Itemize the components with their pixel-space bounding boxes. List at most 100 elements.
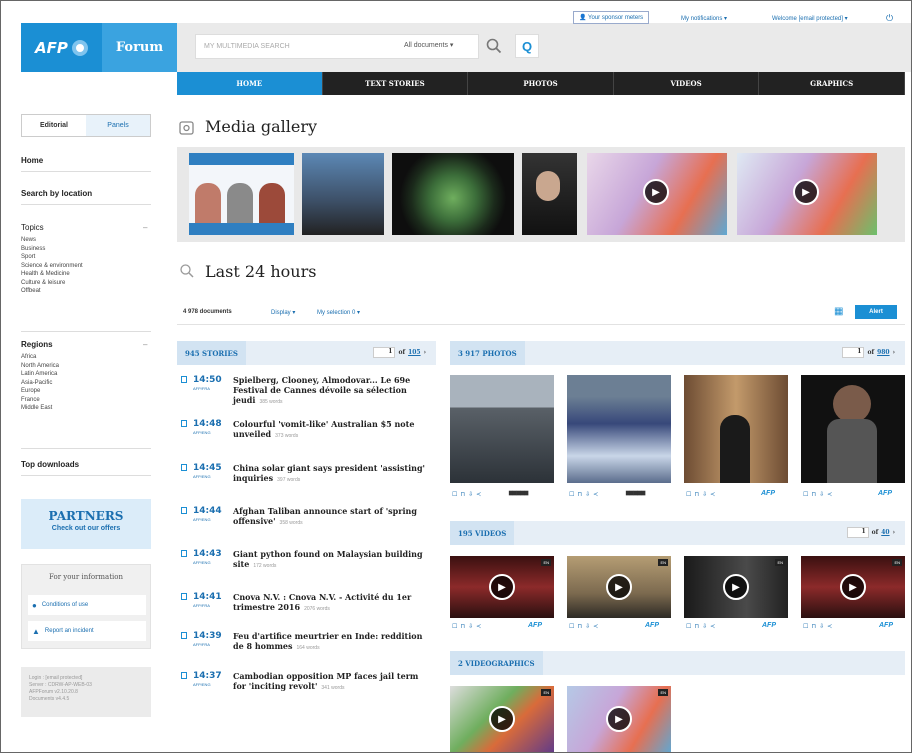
sidebar-item-topic[interactable]: Health & Medicine — [21, 270, 83, 279]
grid-view-icon[interactable]: ▦ — [834, 306, 843, 317]
download-icon[interactable]: ⇩ — [819, 491, 824, 498]
sidebar-item-top-downloads[interactable]: Top downloads — [21, 460, 151, 469]
story-headline[interactable]: China solar giant says president 'assist… — [233, 463, 429, 485]
sidebar-item-topic[interactable]: News — [21, 236, 83, 245]
alert-button[interactable]: Alert — [855, 305, 897, 319]
download-icon[interactable]: ⇩ — [702, 623, 707, 630]
select-icon[interactable]: ☐ — [452, 491, 457, 498]
next-page-icon[interactable]: › — [424, 349, 426, 356]
photo-card[interactable] — [801, 375, 905, 483]
cart-icon[interactable]: ⊓ — [577, 623, 582, 630]
gallery-thumb[interactable] — [522, 153, 577, 235]
photo-card[interactable] — [567, 375, 671, 483]
share-icon[interactable]: ≺ — [476, 623, 481, 630]
photos-count[interactable]: 3 917 PHOTOS — [450, 341, 525, 365]
video-thumb[interactable]: EN ▶ — [801, 556, 905, 618]
sidebar-item-region[interactable]: Middle East — [21, 404, 59, 413]
cart-icon[interactable]: ⊓ — [694, 623, 699, 630]
play-icon[interactable]: ▶ — [793, 179, 819, 205]
sidebar-item-topic[interactable]: Sport — [21, 253, 83, 262]
sidebar-item-topic[interactable]: Culture & leisure — [21, 279, 83, 288]
my-selection-menu[interactable]: My selection 0 ▾ — [317, 309, 360, 316]
tab-videos[interactable]: VIDEOS — [614, 72, 760, 95]
share-icon[interactable]: ≺ — [476, 491, 481, 498]
story-headline[interactable]: Afghan Taliban announce start of 'spring… — [233, 506, 429, 528]
select-icon[interactable]: ☐ — [452, 623, 457, 630]
story-headline[interactable]: Giant python found on Malaysian building… — [233, 549, 429, 571]
sidebar-item-region[interactable]: France — [21, 396, 59, 405]
conditions-of-use-link[interactable]: ● Conditions of use — [28, 595, 146, 615]
share-icon[interactable]: ≺ — [827, 623, 832, 630]
tab-graphics[interactable]: GRAPHICS — [759, 72, 905, 95]
cart-icon[interactable]: ⊓ — [811, 623, 816, 630]
gallery-thumb[interactable] — [392, 153, 514, 235]
display-menu[interactable]: Display ▾ — [271, 309, 295, 316]
play-icon[interactable]: ▶ — [840, 574, 866, 600]
photo-thumb[interactable] — [684, 375, 788, 483]
sponsor-meters-button[interactable]: 👤 Your sponsor meters — [573, 11, 650, 24]
gallery-video-thumb[interactable]: ▶ — [737, 153, 877, 235]
select-icon[interactable]: ☐ — [803, 623, 808, 630]
regions-collapse-icon[interactable]: – — [143, 340, 147, 349]
cart-icon[interactable]: ⊓ — [694, 491, 699, 498]
select-icon[interactable]: ☐ — [686, 491, 691, 498]
videographic-thumb[interactable]: EN ▶ — [450, 686, 554, 752]
videographics-count[interactable]: 2 VIDEOGRAPHICS — [450, 651, 543, 675]
sidebar-item-topic[interactable]: Science & environment — [21, 262, 83, 271]
download-icon[interactable]: ⇩ — [585, 623, 590, 630]
segment-editorial[interactable]: Editorial — [22, 115, 86, 136]
sidebar-item-search-by-location[interactable]: Search by location — [21, 189, 151, 198]
share-icon[interactable]: ≺ — [593, 491, 598, 498]
story-headline[interactable]: Spielberg, Clooney, Almodovar... Le 69e … — [233, 375, 429, 407]
share-icon[interactable]: ≺ — [593, 623, 598, 630]
notifications-menu[interactable]: My notifications ▾ — [681, 15, 727, 22]
partners-banner[interactable]: PARTNERS Check out our offers — [21, 499, 151, 549]
tab-photos[interactable]: PHOTOS — [468, 72, 614, 95]
page-input[interactable]: 1 — [842, 347, 865, 358]
sidebar-item-topic[interactable]: Offbeat — [21, 287, 83, 296]
tab-home[interactable]: HOME — [177, 72, 323, 95]
story-headline[interactable]: Feu d'artifice meurtrier en Inde: reddit… — [233, 631, 429, 653]
search-scope-select[interactable]: All documents ▾ — [404, 41, 453, 49]
sidebar-item-home[interactable]: Home — [21, 156, 151, 165]
play-icon[interactable]: ▶ — [489, 706, 515, 732]
select-icon[interactable]: ☐ — [686, 623, 691, 630]
user-menu[interactable]: Welcome [email protected] ▾ — [772, 15, 848, 22]
next-page-icon[interactable]: › — [893, 529, 895, 536]
next-page-icon[interactable]: › — [893, 349, 895, 356]
photo-thumb[interactable] — [801, 375, 905, 483]
photo-card[interactable] — [684, 375, 788, 483]
share-icon[interactable]: ≺ — [827, 491, 832, 498]
sidebar-item-region[interactable]: North America — [21, 362, 59, 371]
download-icon[interactable]: ⇩ — [585, 491, 590, 498]
sidebar-item-region[interactable]: Latin America — [21, 370, 59, 379]
select-icon[interactable]: ☐ — [569, 491, 574, 498]
download-icon[interactable]: ⇩ — [702, 491, 707, 498]
share-icon[interactable]: ≺ — [710, 491, 715, 498]
play-icon[interactable]: ▶ — [606, 574, 632, 600]
photo-thumb[interactable] — [450, 375, 554, 483]
search-icon[interactable] — [485, 37, 503, 55]
cart-icon[interactable]: ⊓ — [577, 491, 582, 498]
story-headline[interactable]: Cnova N.V. : Cnova N.V. - Activité du 1e… — [233, 592, 429, 614]
select-icon[interactable]: ☐ — [569, 623, 574, 630]
gallery-video-thumb[interactable]: ▶ — [587, 153, 727, 235]
select-icon[interactable]: ☐ — [803, 491, 808, 498]
cart-icon[interactable]: ⊓ — [811, 491, 816, 498]
cart-icon[interactable]: ⊓ — [460, 623, 465, 630]
total-pages-link[interactable]: 40 — [881, 529, 889, 536]
afp-forum-logo[interactable]: AFP Forum — [21, 23, 177, 72]
sidebar-item-region[interactable]: Asia-Pacific — [21, 379, 59, 388]
share-icon[interactable]: ≺ — [710, 623, 715, 630]
videos-count[interactable]: 195 VIDEOS — [450, 521, 515, 545]
download-icon[interactable]: ⇩ — [468, 623, 473, 630]
video-thumb[interactable]: EN ▶ — [567, 556, 671, 618]
story-headline[interactable]: Cambodian opposition MP faces jail term … — [233, 671, 429, 693]
stories-count[interactable]: 945 STORIES — [177, 341, 246, 365]
page-input[interactable]: 1 — [373, 347, 396, 358]
sidebar-item-region[interactable]: Africa — [21, 353, 59, 362]
total-pages-link[interactable]: 980 — [877, 349, 890, 356]
sidebar-item-region[interactable]: Europe — [21, 387, 59, 396]
page-input[interactable]: 1 — [846, 527, 869, 538]
download-icon[interactable]: ⇩ — [819, 623, 824, 630]
